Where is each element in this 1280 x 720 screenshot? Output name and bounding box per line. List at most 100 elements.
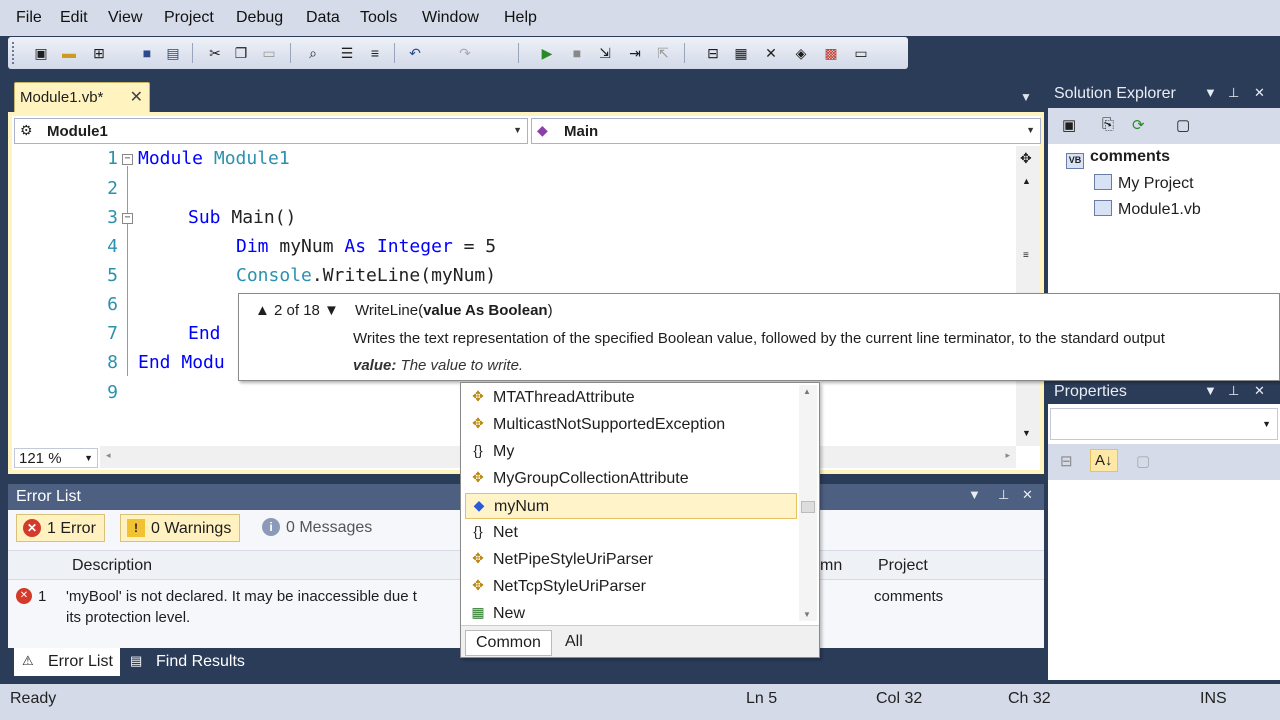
list-item[interactable]: ✥ NetPipeStyleUriParser [465,547,797,573]
warnings-filter-button[interactable]: ! 0 Warnings [120,514,241,542]
zoom-dropdown[interactable]: 121 % ▼ [14,448,98,468]
step-into-icon[interactable]: ⇲ [594,42,616,64]
list-item[interactable]: {} Net [465,520,797,546]
solution-explorer-icon[interactable]: ⊟ [702,42,724,64]
code-line-3: Sub Main() [188,207,296,228]
list-item[interactable]: ▦ New [465,601,797,627]
property-pages-icon[interactable]: ▢ [1136,452,1150,470]
start-debugging-icon[interactable]: ▶ [536,42,558,64]
menu-edit[interactable]: Edit [60,9,88,27]
scroll-down-icon[interactable]: ▼ [803,610,811,619]
overload-navigator[interactable]: ▲ 2 of 18 ▼ [255,302,339,319]
list-item[interactable]: {} My [465,439,797,465]
types-dropdown[interactable]: ⚙ Module1 ▼ [14,118,528,144]
column-column[interactable]: mn [820,557,842,575]
tree-item-project[interactable]: VB comments [1066,148,1170,169]
pin-icon[interactable]: ⊥ [1228,85,1239,101]
menu-debug[interactable]: Debug [236,9,283,27]
pin-icon[interactable]: ⊥ [1228,383,1239,399]
save-all-icon[interactable]: ▤ [162,42,184,64]
menu-window[interactable]: Window [422,9,479,27]
column-description[interactable]: Description [72,557,152,575]
save-icon[interactable]: ■ [136,42,158,64]
tab-module1-vb[interactable]: Module1.vb* ✕ [14,82,150,112]
pin-icon[interactable]: ⊥ [998,487,1009,503]
redo-icon[interactable]: ↷ [454,42,476,64]
collapse-region-icon[interactable]: − [122,213,133,224]
toolbar-grip[interactable] [12,42,16,64]
alphabetical-icon[interactable]: A↓ [1090,449,1118,472]
properties-icon[interactable]: ▣ [1062,116,1076,134]
status-line: Ln 5 [746,690,778,707]
list-item-label: New [493,605,526,622]
tree-item-my-project[interactable]: My Project [1094,174,1194,193]
close-icon[interactable]: ✕ [1022,487,1033,503]
cut-icon[interactable]: ✂ [204,42,226,64]
show-all-files-icon[interactable]: ⎘ [1102,116,1114,133]
list-item[interactable]: ✥ MTAThreadAttribute [465,385,797,411]
undo-icon[interactable]: ↶ [404,42,426,64]
menu-file[interactable]: File [16,9,42,27]
scroll-thumb-icon[interactable]: ≡ [1023,250,1029,261]
categorized-icon[interactable]: ⊟ [1060,452,1073,470]
tab-error-list[interactable]: ⚠ Error List [14,648,120,676]
window-position-icon[interactable]: ▼ [1204,85,1217,100]
outline-guide [127,166,128,376]
close-icon[interactable]: ✕ [1254,383,1265,399]
completion-list-scrollbar[interactable]: ▲ ▼ [799,385,817,621]
split-handle-icon[interactable]: ✥ [1020,150,1032,167]
zoom-value: 121 % [19,450,62,467]
comment-icon[interactable]: ☰ [336,42,358,64]
window-position-icon[interactable]: ▼ [1204,383,1217,398]
tab-find-results[interactable]: ▤ Find Results [122,648,251,676]
scroll-up-icon[interactable]: ▲ [803,387,811,396]
tab-common[interactable]: Common [465,630,552,656]
collapse-region-icon[interactable]: − [122,154,133,165]
menu-project[interactable]: Project [164,9,214,27]
errors-filter-button[interactable]: ✕ 1 Error [16,514,105,542]
type-name: Module1 [213,148,290,169]
find-icon[interactable]: ⌕ [302,42,324,64]
view-code-icon[interactable]: ▢ [1176,116,1190,134]
menu-data[interactable]: Data [306,9,340,27]
error-description: 'myBool' is not declared. It may be inac… [66,588,417,605]
start-page-icon[interactable]: ▩ [820,42,842,64]
scroll-left-icon[interactable]: ◂ [106,450,111,461]
scroll-right-icon[interactable]: ▸ [1005,450,1010,461]
messages-filter-button[interactable]: i 0 Messages [256,514,380,542]
toolbox-icon[interactable]: ✕ [760,42,782,64]
window-position-icon[interactable]: ▼ [968,487,981,502]
stop-icon[interactable]: ■ [566,42,588,64]
menu-view[interactable]: View [108,9,142,27]
tree-item-module1[interactable]: Module1.vb [1094,200,1201,219]
uncomment-icon[interactable]: ≡ [364,42,386,64]
extension-manager-icon[interactable]: ▭ [850,42,872,64]
step-over-icon[interactable]: ⇥ [624,42,646,64]
list-item-selected[interactable]: ◆ myNum [465,493,797,519]
close-icon[interactable]: ✕ [1254,85,1265,101]
document-list-dropdown-icon[interactable]: ▼ [1020,90,1032,104]
scroll-down-icon[interactable]: ▼ [1022,428,1031,438]
list-item[interactable]: ✥ MyGroupCollectionAttribute [465,466,797,492]
close-tab-icon[interactable]: ✕ [130,87,143,107]
tab-all[interactable]: All [555,630,593,656]
step-out-icon[interactable]: ⇱ [652,42,674,64]
properties-icon[interactable]: ▦ [730,42,752,64]
list-item[interactable]: ✥ MulticastNotSupportedException [465,412,797,438]
scroll-up-icon[interactable]: ▲ [1022,176,1031,186]
new-project-icon[interactable]: ▣ [30,42,52,64]
object-browser-icon[interactable]: ◈ [790,42,812,64]
copy-icon[interactable]: ❐ [230,42,252,64]
refresh-icon[interactable]: ⟳ [1132,116,1145,134]
add-item-icon[interactable]: ⊞ [88,42,110,64]
menu-tools[interactable]: Tools [360,9,397,27]
object-selector-dropdown[interactable]: ▼ [1050,408,1278,440]
open-file-icon[interactable]: ▬ [58,42,80,64]
menu-help[interactable]: Help [504,9,537,27]
scroll-thumb[interactable] [801,501,815,513]
column-project[interactable]: Project [878,557,928,575]
members-dropdown[interactable]: ◆ Main ▼ [531,118,1041,144]
paste-icon[interactable]: ▭ [258,42,280,64]
line-number: 9 [107,382,118,403]
list-item[interactable]: ✥ NetTcpStyleUriParser [465,574,797,600]
